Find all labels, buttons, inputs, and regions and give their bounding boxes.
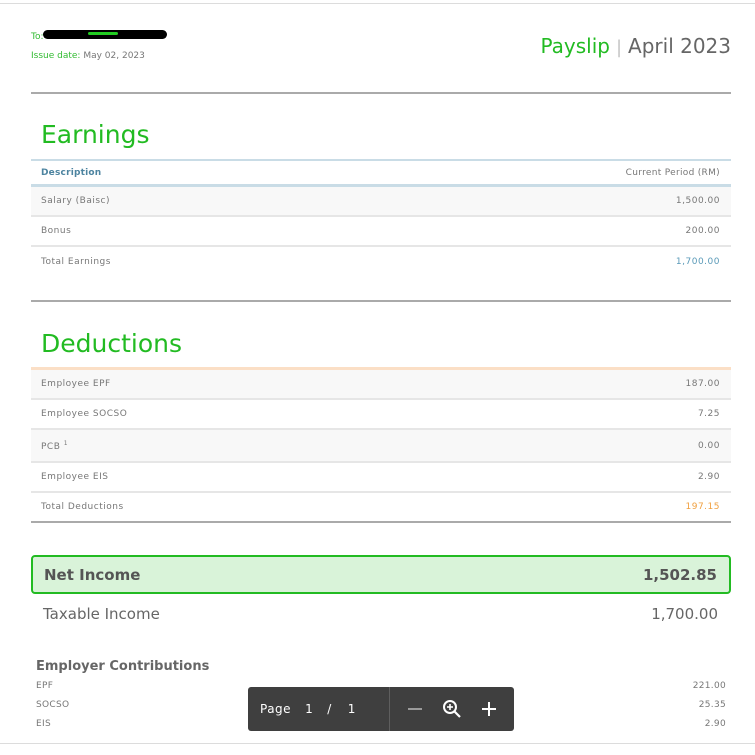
row-amount: 2.90 — [697, 472, 720, 482]
net-income-amount: 1,502.85 — [642, 565, 717, 584]
zoom-controls — [390, 687, 514, 731]
earnings-title: Earnings — [41, 120, 150, 149]
page-indicator: Page 1 / 1 — [248, 687, 390, 731]
total-earnings-amount: 1,700.00 — [675, 257, 720, 267]
footnote-marker: 1 — [63, 439, 69, 447]
row-label: Employee SOCSO — [41, 409, 128, 419]
row-amount: 221.00 — [692, 681, 726, 691]
zoom-out-button[interactable] — [403, 697, 427, 721]
row-amount: 25.35 — [698, 700, 726, 710]
employer-contributions-title: Employer Contributions — [36, 659, 210, 674]
doc-type: Payslip — [540, 34, 610, 58]
taxable-income-amount: 1,700.00 — [651, 605, 718, 623]
row-label: Employee EPF — [41, 379, 111, 389]
row-label: Salary (Baisc) — [41, 196, 110, 206]
plus-icon — [482, 702, 497, 716]
earnings-table: Description Current Period (RM) Salary (… — [31, 159, 731, 277]
page-separator: / — [327, 702, 332, 716]
zoom-fit-button[interactable] — [440, 697, 464, 721]
row-label: SOCSO — [36, 700, 70, 710]
table-row: Employee SOCSO 7.25 — [31, 400, 731, 430]
net-income-label: Net Income — [44, 565, 141, 584]
zoom-icon — [442, 700, 461, 718]
earnings-table-header: Description Current Period (RM) — [31, 159, 731, 187]
table-row: Employee EPF 187.00 — [31, 370, 731, 400]
net-income-box: Net Income 1,502.85 — [31, 555, 731, 594]
deductions-title: Deductions — [41, 329, 183, 358]
zoom-in-button[interactable] — [477, 697, 501, 721]
pcb-label: PCB — [41, 441, 61, 452]
table-row: Salary (Baisc) 1,500.00 — [31, 187, 731, 217]
issue-date-value: May 02, 2023 — [83, 51, 145, 61]
total-pages: 1 — [347, 702, 356, 716]
page-label: Page — [260, 702, 292, 716]
issue-date-row: Issue date: May 02, 2023 — [31, 51, 145, 61]
redacted-recipient-name — [43, 30, 167, 39]
pdf-viewer-toolbar: Page 1 / 1 — [248, 687, 514, 731]
minus-icon — [407, 708, 422, 710]
table-row: Bonus 200.00 — [31, 217, 731, 247]
pay-period: April 2023 — [628, 34, 731, 58]
row-label: EPF — [36, 681, 54, 691]
row-label: Bonus — [41, 226, 72, 236]
table-row: PCB 1 0.00 — [31, 430, 731, 463]
total-deductions-row: Total Deductions 197.15 — [31, 493, 731, 523]
total-earnings-label: Total Earnings — [41, 257, 111, 267]
page-top-border — [0, 3, 755, 4]
column-description: Description — [41, 167, 102, 178]
to-label: To: — [31, 32, 44, 42]
document-title: Payslip | April 2023 — [540, 34, 731, 58]
row-label: Employee EIS — [41, 472, 109, 482]
column-current-period: Current Period (RM) — [625, 167, 720, 178]
table-row: Employee EIS 2.90 — [31, 463, 731, 493]
row-label: PCB 1 — [41, 440, 68, 452]
row-amount: 7.25 — [697, 409, 720, 419]
total-earnings-row: Total Earnings 1,700.00 — [31, 247, 731, 277]
issue-date-label: Issue date: — [31, 51, 81, 61]
title-separator: | — [615, 37, 623, 58]
current-page-input[interactable]: 1 — [305, 702, 313, 716]
earnings-divider — [31, 300, 731, 302]
row-label: EIS — [36, 719, 51, 729]
row-amount: 0.00 — [697, 440, 720, 451]
row-amount: 2.90 — [704, 719, 726, 729]
row-amount: 200.00 — [685, 226, 720, 236]
header-divider — [31, 92, 731, 94]
deductions-table: Employee EPF 187.00 Employee SOCSO 7.25 … — [31, 367, 731, 523]
taxable-income-label: Taxable Income — [43, 605, 160, 623]
page-bottom-border — [0, 743, 755, 744]
recipient-block: To: Issue date: May 02, 2023 — [31, 30, 167, 61]
row-amount: 1,500.00 — [675, 196, 720, 206]
total-deductions-amount: 197.15 — [685, 502, 720, 512]
recipient-row: To: — [31, 30, 167, 46]
total-deductions-label: Total Deductions — [41, 502, 124, 512]
row-amount: 187.00 — [685, 379, 720, 389]
taxable-income-row: Taxable Income 1,700.00 — [43, 605, 718, 623]
